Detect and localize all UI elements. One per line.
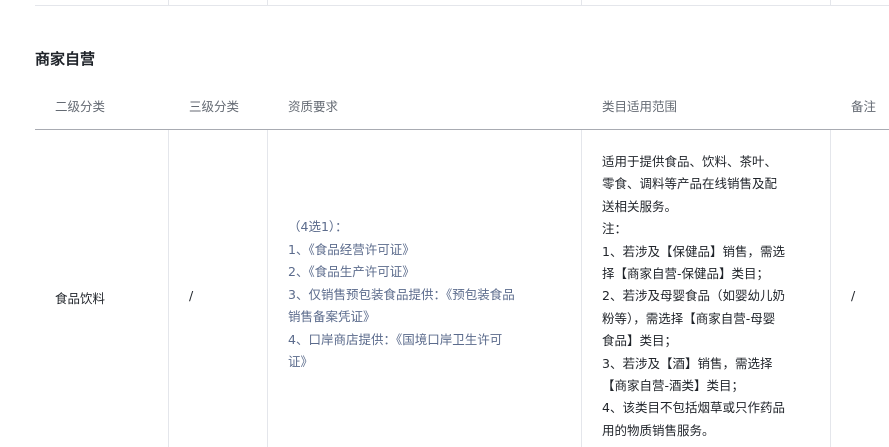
column-divider: [168, 0, 169, 5]
cell-scope: 适用于提供食品、饮料、茶叶、 零食、调料等产品在线销售及配 送相关服务。 注： …: [602, 151, 822, 442]
section-title: 商家自营: [35, 50, 96, 68]
header-scope: 类目适用范围: [602, 99, 678, 114]
column-divider: [830, 130, 831, 447]
column-divider: [581, 130, 582, 447]
cell-level3-category: /: [189, 288, 194, 303]
column-divider: [168, 130, 169, 447]
table-header: 二级分类 三级分类 资质要求 类目适用范围 备注: [35, 85, 889, 130]
qualification-table: 二级分类 三级分类 资质要求 类目适用范围 备注 食品饮料 / （4选1）： 1…: [35, 85, 889, 447]
column-divider: [830, 0, 831, 5]
cell-qualification[interactable]: （4选1）： 1、《食品经营许可证》 2、《食品生产许可证》 3、仅销售预包装食…: [288, 216, 578, 374]
scope-line: 注：: [602, 221, 628, 237]
scope-line: 粉等），需选择【商家自营-母婴: [602, 310, 776, 326]
scope-line: 2、若涉及母婴食品（如婴幼儿奶: [602, 288, 785, 304]
scope-line: 零食、调料等产品在线销售及配: [602, 176, 778, 192]
header-level2-category: 二级分类: [55, 99, 106, 114]
header-qualification: 资质要求: [288, 99, 339, 114]
scope-line: 择【商家自营-保健品】类目；: [602, 266, 770, 282]
cell-remark: /: [851, 288, 856, 303]
scope-line: 食品】类目；: [602, 333, 678, 349]
page: 商家自营 二级分类 三级分类 资质要求 类目适用范围 备注 食品饮料 / （4选…: [0, 0, 889, 447]
qualification-link[interactable]: 销售备案凭证》: [288, 306, 578, 329]
header-remark: 备注: [851, 99, 877, 114]
table-row: 食品饮料 / （4选1）： 1、《食品经营许可证》 2、《食品生产许可证》 3、…: [35, 130, 889, 447]
qualification-line: （4选1）：: [288, 219, 348, 234]
scope-line: 3、若涉及【酒】销售，需选择: [602, 355, 773, 371]
qualification-link[interactable]: 4、口岸商店提供：《国境口岸卫生许可: [288, 329, 578, 352]
column-divider: [267, 130, 268, 447]
header-level3-category: 三级分类: [189, 99, 240, 114]
column-divider: [581, 0, 582, 5]
qualification-link[interactable]: 3、仅销售预包装食品提供：《预包装食品: [288, 284, 578, 307]
scope-line: 用的物质销售服务。: [602, 422, 715, 438]
qualification-link[interactable]: 2、《食品生产许可证》: [288, 261, 578, 284]
scope-line: 适用于提供食品、饮料、茶叶、: [602, 154, 778, 169]
qualification-link[interactable]: 证》: [288, 351, 578, 374]
column-divider: [267, 0, 268, 5]
qualification-link[interactable]: 1、《食品经营许可证》: [288, 239, 578, 262]
previous-table-fragment: [35, 0, 889, 6]
scope-line: 送相关服务。: [602, 198, 678, 214]
scope-line: 4、该类目不包括烟草或只作药品: [602, 400, 785, 416]
scope-line: 【商家自营-酒类】类目；: [602, 378, 745, 394]
scope-line: 1、若涉及【保健品】销售，需选: [602, 243, 785, 259]
cell-level2-category: 食品饮料: [55, 291, 106, 306]
